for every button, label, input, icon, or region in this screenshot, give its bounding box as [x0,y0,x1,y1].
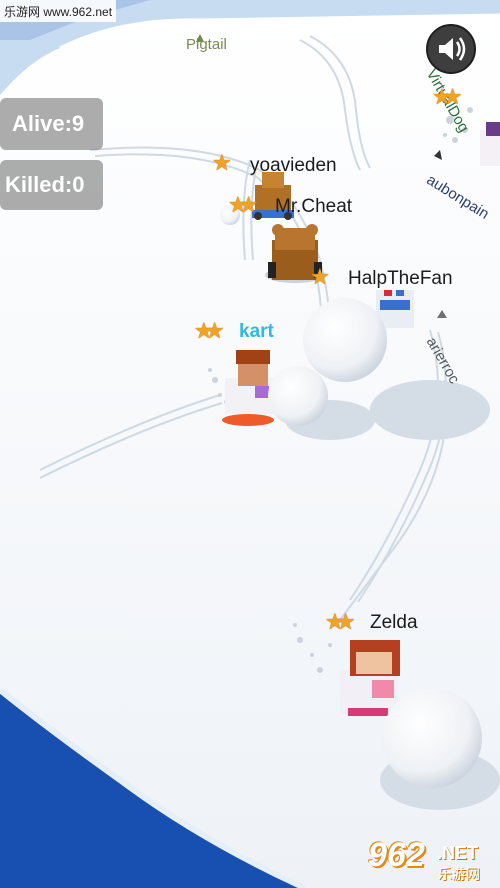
snowball-player [268,366,328,426]
site-watermark-tag: 乐游网 www.962.net [0,0,117,22]
alive-counter: Alive:9 [0,98,103,150]
killed-counter: Killed:0 [0,160,103,210]
offscreen-player-pigtail: Pigtail [186,36,227,53]
player-name-yoavieden: yoavieden [250,155,337,176]
rank-stars: ★★ [432,84,463,109]
rank-stars: ★★ [228,192,259,217]
watermark-site: 乐游网 [438,866,480,882]
snowball-large [303,298,387,382]
rank-stars: ★ [212,150,232,175]
rank-stars: ★ [310,264,330,289]
rank-stars: ★★ [325,609,356,634]
player-name-zelda: Zelda [370,612,418,633]
rank-stars: ★★ [194,318,225,343]
snowball-zelda [382,688,482,788]
watermark-number: 962 [368,836,425,874]
watermark-suffix: .NET [437,843,479,863]
player-name-self: kart [239,321,274,342]
player-name-halpthefan: HalpTheFan [348,268,453,289]
speaker-icon [439,37,466,61]
corner-watermark: 962 .NET 乐游网 [362,836,494,884]
sound-toggle-button[interactable] [426,24,476,74]
player-name-mrcheat: Mr.Cheat [275,196,353,217]
